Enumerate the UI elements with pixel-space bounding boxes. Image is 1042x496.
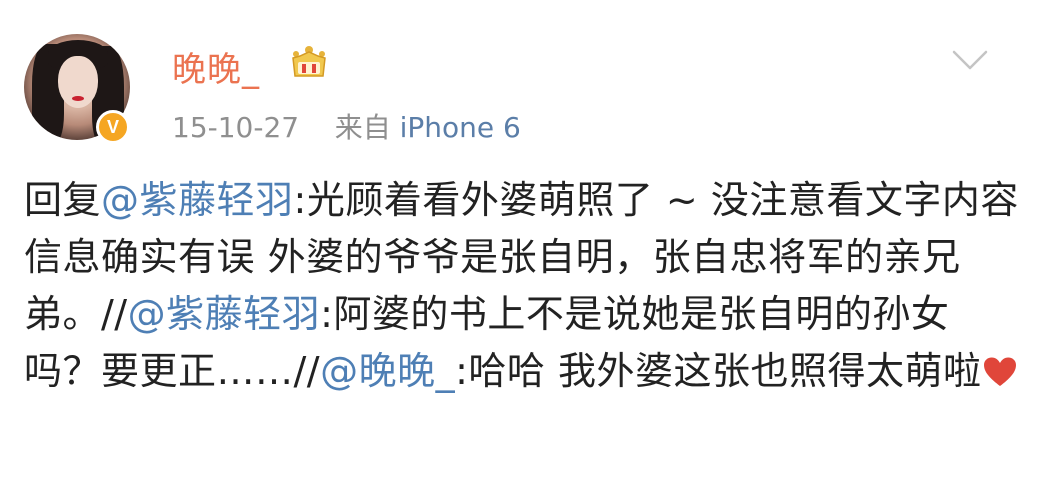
- heart-icon: [983, 357, 1016, 386]
- chevron-down-icon[interactable]: [950, 46, 990, 74]
- username[interactable]: 晚晚_: [172, 42, 260, 91]
- post-meta: 15-10-27 来自 iPhone 6: [172, 106, 521, 146]
- post-source[interactable]: iPhone 6: [400, 111, 521, 144]
- content-text: 回复: [24, 178, 102, 222]
- crown-icon: [292, 46, 326, 77]
- weibo-post: V 晚晚_ 15-10-27 来自 iPhone 6 回复@紫藤轻羽:光顾着看外…: [0, 0, 1042, 496]
- mention-link[interactable]: @紫藤轻羽: [128, 292, 321, 336]
- post-date: 15-10-27: [172, 111, 300, 144]
- mention-link[interactable]: @紫藤轻羽: [101, 178, 294, 222]
- content-text: :哈哈 我外婆这张也照得太萌啦: [455, 349, 982, 393]
- verified-badge-icon: V: [96, 110, 130, 144]
- post-content: 回复@紫藤轻羽:光顾着看外婆萌照了 ~ 没注意看文字内容 信息确实有误 外婆的爷…: [24, 172, 1024, 400]
- source-prefix: 来自: [334, 111, 391, 144]
- mention-link[interactable]: @晚晚_: [320, 349, 455, 393]
